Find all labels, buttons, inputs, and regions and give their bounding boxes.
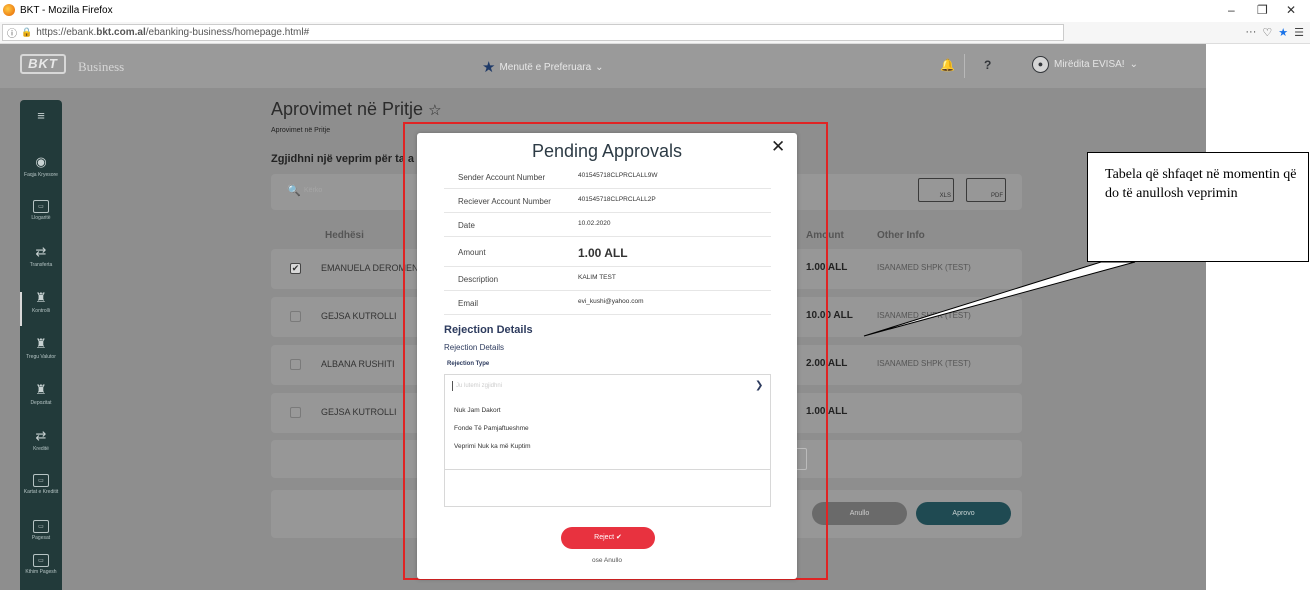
- annotation-text: Tabela që shfaqet në momentin që do të a…: [1105, 167, 1297, 201]
- callout-pointer: [863, 261, 1136, 337]
- callout-arrow: [863, 261, 1136, 337]
- annotation-callout: Tabela që shfaqet në momentin që do të a…: [1087, 152, 1309, 262]
